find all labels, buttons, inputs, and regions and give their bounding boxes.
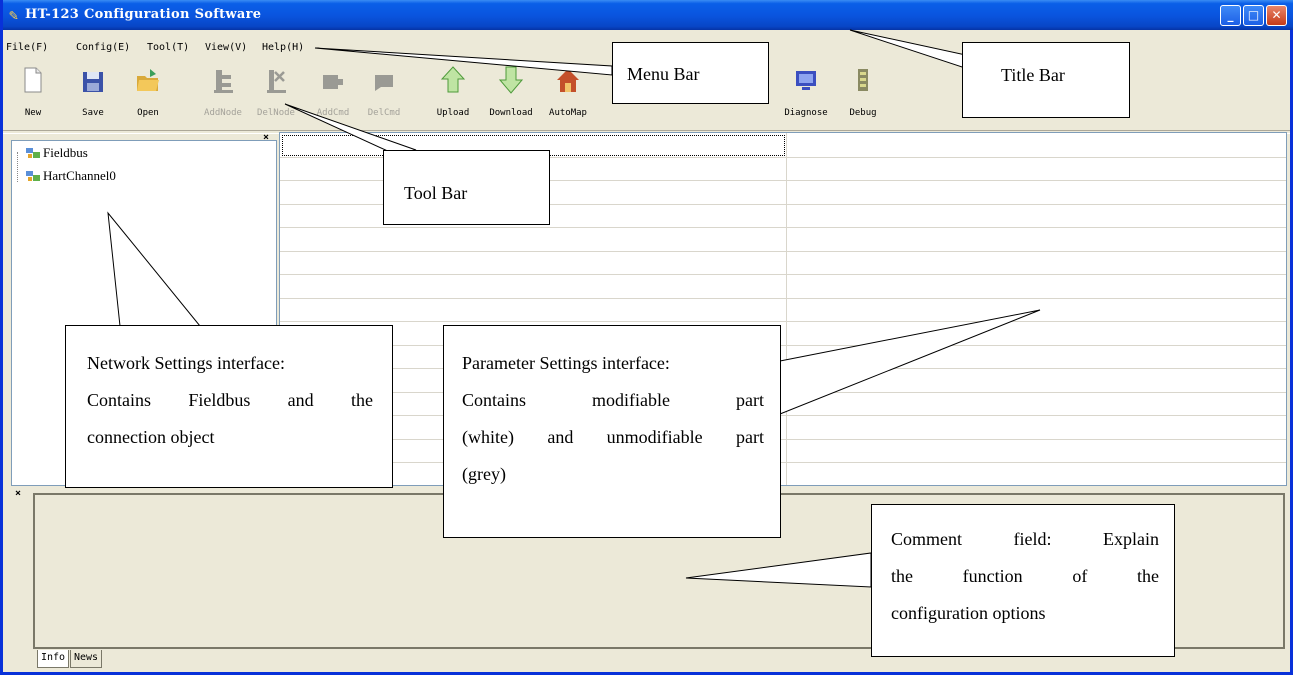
save-icon (83, 72, 103, 92)
menu-config[interactable]: Config(E) (76, 42, 130, 53)
tool-bar-callout: Tool Bar (383, 150, 550, 225)
grid-column-divider (786, 133, 787, 485)
delnode-label: DelNode (257, 108, 295, 118)
upload-arrow-icon (441, 66, 465, 93)
network-callout-line-1: Network Settings interface: (87, 353, 285, 373)
close-icon: ✕ (1271, 8, 1282, 22)
tree-label-fieldbus: Fieldbus (43, 145, 88, 160)
open-button[interactable]: Open (123, 66, 173, 124)
new-button[interactable]: New (8, 66, 58, 124)
comment-callout-line-1: Comment field: Explain (891, 529, 1159, 549)
new-file-icon (24, 67, 42, 93)
parameter-callout-line-2: Contains modifiable part (462, 390, 764, 410)
house-icon (557, 69, 579, 92)
monitor-icon (796, 71, 816, 90)
debug-button[interactable]: Debug (838, 66, 888, 124)
maximize-icon: □ (1247, 8, 1260, 22)
menu-tool[interactable]: Tool(T) (147, 42, 189, 53)
title-bar[interactable]: ✎ HT-123 Configuration Software _ □ ✕ (3, 0, 1293, 30)
comment-callout-line-2: the function of the (891, 566, 1159, 586)
menu-help[interactable]: Help(H) (262, 42, 304, 53)
grid-row-line (280, 368, 1286, 369)
network-callout-line-2: Contains Fieldbus and the (87, 390, 373, 410)
add-cmd-icon (323, 75, 343, 89)
grid-row-line (280, 227, 1286, 228)
addnode-label: AddNode (204, 108, 242, 118)
menu-bar-callout: Menu Bar (612, 42, 769, 104)
toolbar: New Save Open AddNode DelNode AddCmd Del… (3, 60, 1063, 128)
grid-row-line (280, 321, 1286, 322)
delcmd-button[interactable]: DelCmd (359, 66, 409, 124)
addnode-button[interactable]: AddNode (198, 66, 248, 124)
parameter-settings-callout: Parameter Settings interface: Contains m… (443, 325, 781, 538)
automap-label: AutoMap (549, 108, 587, 118)
menu-file[interactable]: File(F) (6, 42, 48, 53)
network-settings-callout: Network Settings interface: Contains Fie… (65, 325, 393, 488)
open-folder-icon (137, 69, 159, 91)
debug-label: Debug (849, 108, 877, 118)
grid-row-line (280, 344, 1286, 346)
menu-bar-callout-text: Menu Bar (627, 64, 700, 84)
tool-bar-callout-text: Tool Bar (404, 183, 468, 203)
comment-pane-close-icon[interactable]: × (15, 488, 21, 499)
window-title: HT-123 Configuration Software (25, 7, 262, 22)
tab-info[interactable]: Info (37, 650, 70, 668)
addcmd-label: AddCmd (316, 108, 350, 118)
comment-field-callout: Comment field: Explain the function of t… (871, 504, 1175, 657)
debug-icon (858, 69, 868, 91)
grid-row-line (280, 438, 1286, 440)
maximize-button[interactable]: □ (1243, 5, 1264, 26)
add-node-icon (214, 70, 233, 93)
del-node-icon (267, 70, 286, 93)
title-bar-callout-text: Title Bar (1001, 65, 1065, 85)
parameter-callout-line-1: Parameter Settings interface: (462, 353, 670, 373)
close-button[interactable]: ✕ (1266, 5, 1287, 26)
network-callout-line-3: connection object (87, 427, 215, 447)
download-label: Download (489, 108, 533, 118)
upload-button[interactable]: Upload (428, 66, 478, 124)
parameter-callout-line-3: (white) and unmodifiable part (462, 427, 764, 447)
download-arrow-icon (499, 66, 523, 94)
diagnose-button[interactable]: Diagnose (781, 66, 831, 124)
save-button[interactable]: Save (68, 66, 118, 124)
grid-row-line (280, 391, 1286, 393)
save-label: Save (82, 108, 104, 118)
network-node-icon (26, 171, 40, 181)
automap-button[interactable]: AutoMap (543, 66, 593, 124)
open-label: Open (137, 108, 159, 118)
tree-label-hartchannel0: HartChannel0 (43, 168, 116, 183)
del-cmd-icon (375, 75, 393, 91)
delnode-button[interactable]: DelNode (251, 66, 301, 124)
download-button[interactable]: Download (486, 66, 536, 124)
title-bar-callout: Title Bar (962, 42, 1130, 118)
addcmd-button[interactable]: AddCmd (308, 66, 358, 124)
pencil-icon: ✎ (9, 6, 19, 24)
grid-row-line (280, 297, 1286, 299)
grid-row-line (280, 462, 1286, 463)
new-label: New (24, 108, 42, 118)
diagnose-label: Diagnose (784, 108, 828, 118)
grid-row-line (280, 415, 1286, 416)
menu-view[interactable]: View(V) (205, 42, 247, 53)
parameter-callout-line-4: (grey) (462, 464, 506, 484)
delcmd-label: DelCmd (367, 108, 401, 118)
upload-label: Upload (436, 108, 470, 118)
network-node-icon (26, 148, 40, 158)
comment-callout-line-3: configuration options (891, 603, 1046, 623)
minimize-icon: _ (1227, 8, 1234, 22)
grid-row-line (280, 250, 1286, 252)
minimize-button[interactable]: _ (1220, 5, 1241, 26)
grid-row-line (280, 274, 1286, 275)
tab-news[interactable]: News (70, 650, 103, 668)
